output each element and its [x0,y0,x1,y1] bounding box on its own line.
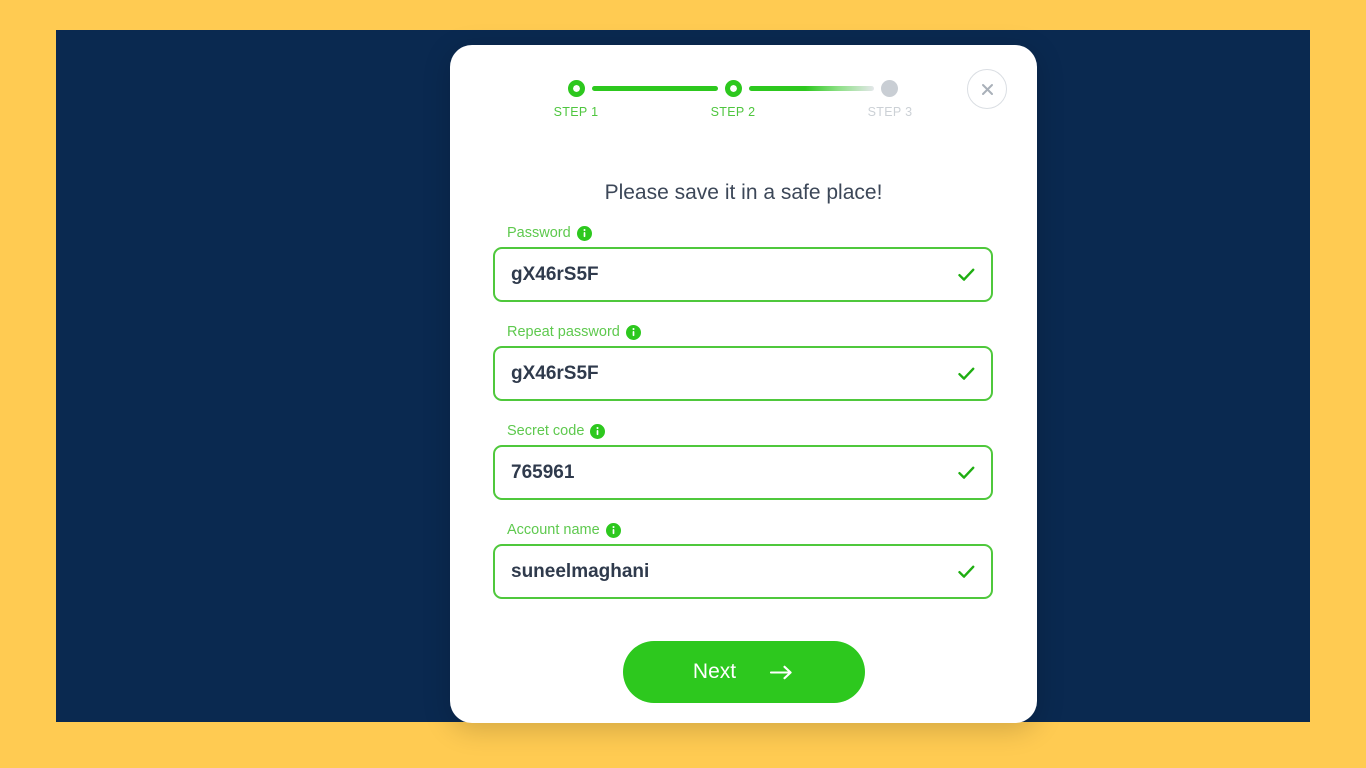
next-button[interactable]: Next [622,641,865,703]
step-label-2: STEP 2 [710,105,756,119]
repeat-password-label-text: Repeat password [507,324,620,340]
account-name-label-text: Account name [507,522,600,538]
step-dot-1[interactable] [568,79,585,97]
password-input-wrapper[interactable] [493,247,993,302]
step-dot-3[interactable] [881,79,898,97]
field-secret-code: Secret code [493,423,993,500]
account-name-input[interactable] [495,546,991,597]
password-input[interactable] [495,249,991,300]
info-icon[interactable] [576,225,592,241]
secret-code-label-text: Secret code [507,423,585,439]
credentials-form: Password gX46rS5F Repeat password gX46rS… [493,225,993,599]
page-background: STEP 1 STEP 2 STEP 3 Please save it in a… [0,0,1366,768]
field-password: Password [493,225,993,302]
field-label-password: Password [493,225,993,241]
step-label-1: STEP 1 [553,105,599,119]
account-name-input-wrapper[interactable] [493,544,993,599]
field-repeat-password: Repeat password [493,324,993,401]
step-labels: STEP 1 STEP 2 STEP 3 [554,105,912,125]
arrow-right-icon [770,665,794,680]
info-icon[interactable] [625,324,641,340]
check-icon [958,565,975,579]
repeat-password-input-wrapper[interactable] [493,346,993,401]
page-title: Please save it in a safe place! [604,181,883,204]
field-label-account-name: Account name [493,522,993,538]
stepper-track [568,79,898,97]
step-progress-indicator: STEP 1 STEP 2 STEP 3 [450,71,1037,143]
step-dot-2[interactable] [724,79,742,97]
info-icon[interactable] [605,522,621,538]
password-label-text: Password [507,225,571,241]
signup-modal-card: STEP 1 STEP 2 STEP 3 Please save it in a… [450,45,1037,723]
secret-code-input[interactable] [495,447,991,498]
field-account-name: Account name [493,522,993,599]
step-connector-2 [748,85,874,91]
info-icon[interactable] [590,423,606,439]
repeat-password-input[interactable] [495,348,991,399]
field-label-repeat-password: Repeat password [493,324,993,340]
step-label-3: STEP 3 [867,105,913,119]
field-label-secret-code: Secret code [493,423,993,439]
check-icon [958,466,975,480]
step-connector-1 [592,85,718,91]
next-button-label: Next [692,660,737,683]
secret-code-input-wrapper[interactable] [493,445,993,500]
check-icon [958,367,975,381]
check-icon [958,268,975,282]
